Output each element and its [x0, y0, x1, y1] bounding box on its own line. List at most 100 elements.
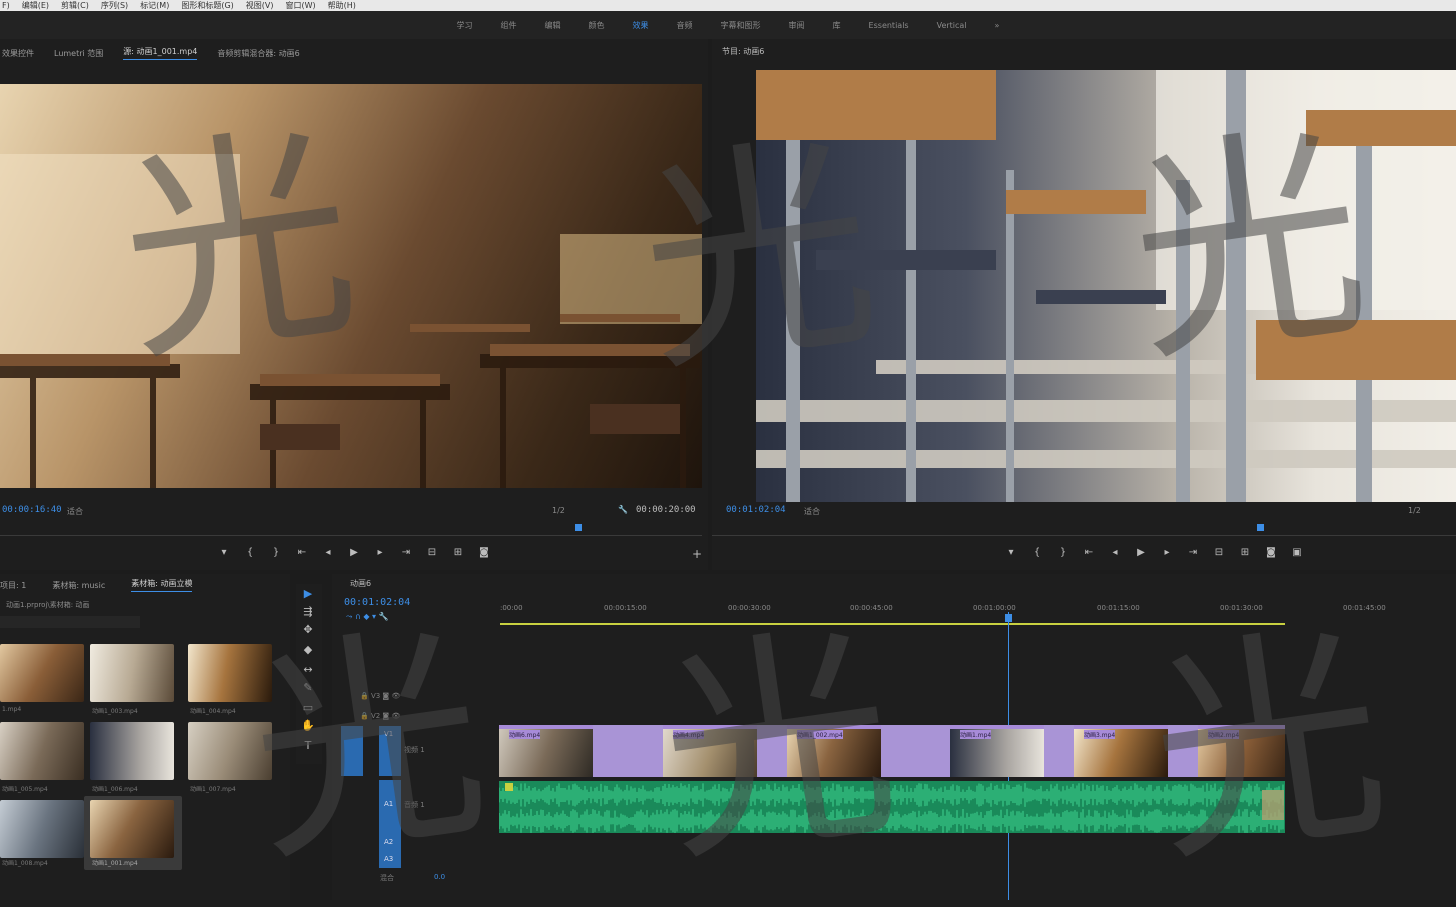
source-playhead[interactable]: [575, 524, 582, 531]
timeline-clip-gap[interactable]: [757, 725, 787, 777]
timeline-clip-gap[interactable]: [1044, 725, 1074, 777]
timeline-timecode[interactable]: 00:01:02:04: [344, 597, 410, 608]
tab-audio-mixer[interactable]: 音频剪辑混合器: 动画6: [217, 48, 299, 59]
workspace-tab[interactable]: 编辑: [545, 20, 561, 31]
marker-icon[interactable]: ▾: [218, 547, 230, 558]
add-button-icon[interactable]: +: [692, 547, 702, 561]
workspace-tab[interactable]: 音频: [677, 20, 693, 31]
insert-icon[interactable]: ⊟: [426, 547, 438, 558]
workspace-tab[interactable]: 学习: [457, 20, 473, 31]
thumbnail-clip[interactable]: [90, 644, 174, 702]
hand-tool-icon[interactable]: ✋: [300, 718, 316, 734]
work-area-bar[interactable]: [500, 623, 1285, 625]
timeline-tab[interactable]: 动画6: [350, 578, 371, 589]
workspace-tab[interactable]: Vertical: [937, 21, 967, 30]
thumbnail-clip[interactable]: [0, 644, 84, 702]
menu-item[interactable]: 标记(M): [140, 0, 169, 11]
menu-item[interactable]: 视图(V): [246, 0, 274, 11]
menu-item[interactable]: 窗口(W): [286, 0, 316, 11]
extract-icon[interactable]: ⊞: [1239, 547, 1251, 558]
program-video-frame[interactable]: [756, 70, 1456, 502]
camera-icon[interactable]: ◙: [1265, 547, 1277, 558]
audio-keyframe-icon[interactable]: [505, 783, 513, 791]
thumbnail-clip[interactable]: [188, 644, 272, 702]
timeline-clip[interactable]: 动画1_002.mp4: [787, 725, 881, 777]
menu-item[interactable]: 序列(S): [101, 0, 128, 11]
menu-item[interactable]: 编辑(E): [22, 0, 49, 11]
mix-track-value[interactable]: 0.0: [434, 873, 445, 881]
track-select-tool-icon[interactable]: ⇶: [300, 604, 316, 620]
marker-icon[interactable]: ▾: [1005, 547, 1017, 558]
compare-icon[interactable]: ▣: [1291, 547, 1303, 558]
razor-tool-icon[interactable]: ◆: [300, 642, 316, 658]
timeline-clip[interactable]: 动画2.mp4: [1198, 725, 1285, 777]
tab-effect-controls[interactable]: 效果控件: [2, 48, 34, 59]
workspace-tab[interactable]: 颜色: [589, 20, 605, 31]
thumbnail-clip[interactable]: [188, 722, 272, 780]
timeline-clip-gap[interactable]: [881, 725, 950, 777]
program-playhead[interactable]: [1257, 524, 1264, 531]
v1-source-patch[interactable]: [341, 726, 363, 776]
go-to-out-icon[interactable]: ⇥: [1187, 547, 1199, 558]
lift-icon[interactable]: ⊟: [1213, 547, 1225, 558]
workspace-tab[interactable]: Essentials: [869, 21, 909, 30]
program-tab[interactable]: 节目: 动画6: [722, 46, 764, 57]
step-back-icon[interactable]: ◂: [322, 547, 334, 558]
mark-in-icon[interactable]: {: [244, 547, 256, 558]
menu-item[interactable]: F): [2, 1, 10, 10]
go-to-in-icon[interactable]: ⇤: [1083, 547, 1095, 558]
go-to-in-icon[interactable]: ⇤: [296, 547, 308, 558]
workspace-tab[interactable]: 库: [833, 20, 841, 31]
source-resolution-select[interactable]: 1/2: [552, 506, 565, 515]
menu-item[interactable]: 图形和标题(G): [181, 0, 233, 11]
timeline-clip[interactable]: 动画4.mp4: [663, 725, 757, 777]
audio-clip-a1[interactable]: [499, 781, 1285, 833]
menu-item[interactable]: 剪辑(C): [61, 0, 89, 11]
timeline-toolbar-icons[interactable]: ⤳ ∩ ◆ ▾ 🔧: [346, 612, 389, 622]
source-video-frame[interactable]: [0, 84, 702, 488]
program-scrub-bar[interactable]: [712, 535, 1456, 536]
play-icon[interactable]: ▶: [1135, 547, 1147, 558]
mark-in-icon[interactable]: {: [1031, 547, 1043, 558]
tab-source[interactable]: 源: 动画1_001.mp4: [123, 46, 198, 60]
audio-transition-icon[interactable]: [1262, 790, 1284, 820]
tab-bin-animation[interactable]: 素材箱: 动画立模: [131, 578, 193, 592]
timeline-clip[interactable]: 动画3.mp4: [1074, 725, 1168, 777]
program-fit-select[interactable]: 适合: [804, 506, 820, 517]
step-forward-icon[interactable]: ▸: [374, 547, 386, 558]
project-search-input[interactable]: [0, 616, 140, 628]
wrench-icon[interactable]: 🔧: [618, 505, 628, 514]
type-tool-icon[interactable]: T: [300, 738, 316, 754]
thumbnail-clip[interactable]: [0, 800, 84, 858]
timeline-clip[interactable]: 动画1.mp4: [950, 725, 1044, 777]
step-back-icon[interactable]: ◂: [1109, 547, 1121, 558]
thumbnail-clip[interactable]: [90, 722, 174, 780]
selection-tool-icon[interactable]: ▶: [300, 586, 316, 602]
overwrite-icon[interactable]: ⊞: [452, 547, 464, 558]
slip-tool-icon[interactable]: ↔: [300, 662, 316, 678]
menu-item[interactable]: 帮助(H): [328, 0, 356, 11]
source-timecode[interactable]: 00:00:16:40: [2, 505, 62, 515]
camera-icon[interactable]: ◙: [478, 547, 490, 558]
mark-out-icon[interactable]: }: [1057, 547, 1069, 558]
timeline-clip-gap[interactable]: [593, 725, 663, 777]
tab-project[interactable]: 项目: 1: [0, 580, 26, 591]
source-scrub-bar[interactable]: [0, 535, 702, 536]
workspace-tab[interactable]: »: [995, 21, 1000, 30]
rectangle-tool-icon[interactable]: ▭: [300, 700, 316, 716]
thumbnail-clip-selected[interactable]: [90, 800, 174, 858]
workspace-tab[interactable]: 字幕和图形: [721, 20, 761, 31]
program-resolution-select[interactable]: 1/2: [1408, 506, 1421, 515]
timeline-clip[interactable]: 动画6.mp4: [499, 725, 593, 777]
workspace-tab[interactable]: 组件: [501, 20, 517, 31]
pen-tool-icon[interactable]: ✎: [300, 680, 316, 696]
mark-out-icon[interactable]: }: [270, 547, 282, 558]
tab-lumetri-scopes[interactable]: Lumetri 范围: [54, 48, 103, 59]
ripple-edit-tool-icon[interactable]: ✥: [300, 622, 316, 638]
thumbnail-clip[interactable]: [0, 722, 84, 780]
tab-bin-music[interactable]: 素材箱: music: [52, 580, 105, 591]
workspace-tab[interactable]: 效果: [633, 20, 649, 31]
step-forward-icon[interactable]: ▸: [1161, 547, 1173, 558]
workspace-tab[interactable]: 审阅: [789, 20, 805, 31]
play-icon[interactable]: ▶: [348, 547, 360, 558]
